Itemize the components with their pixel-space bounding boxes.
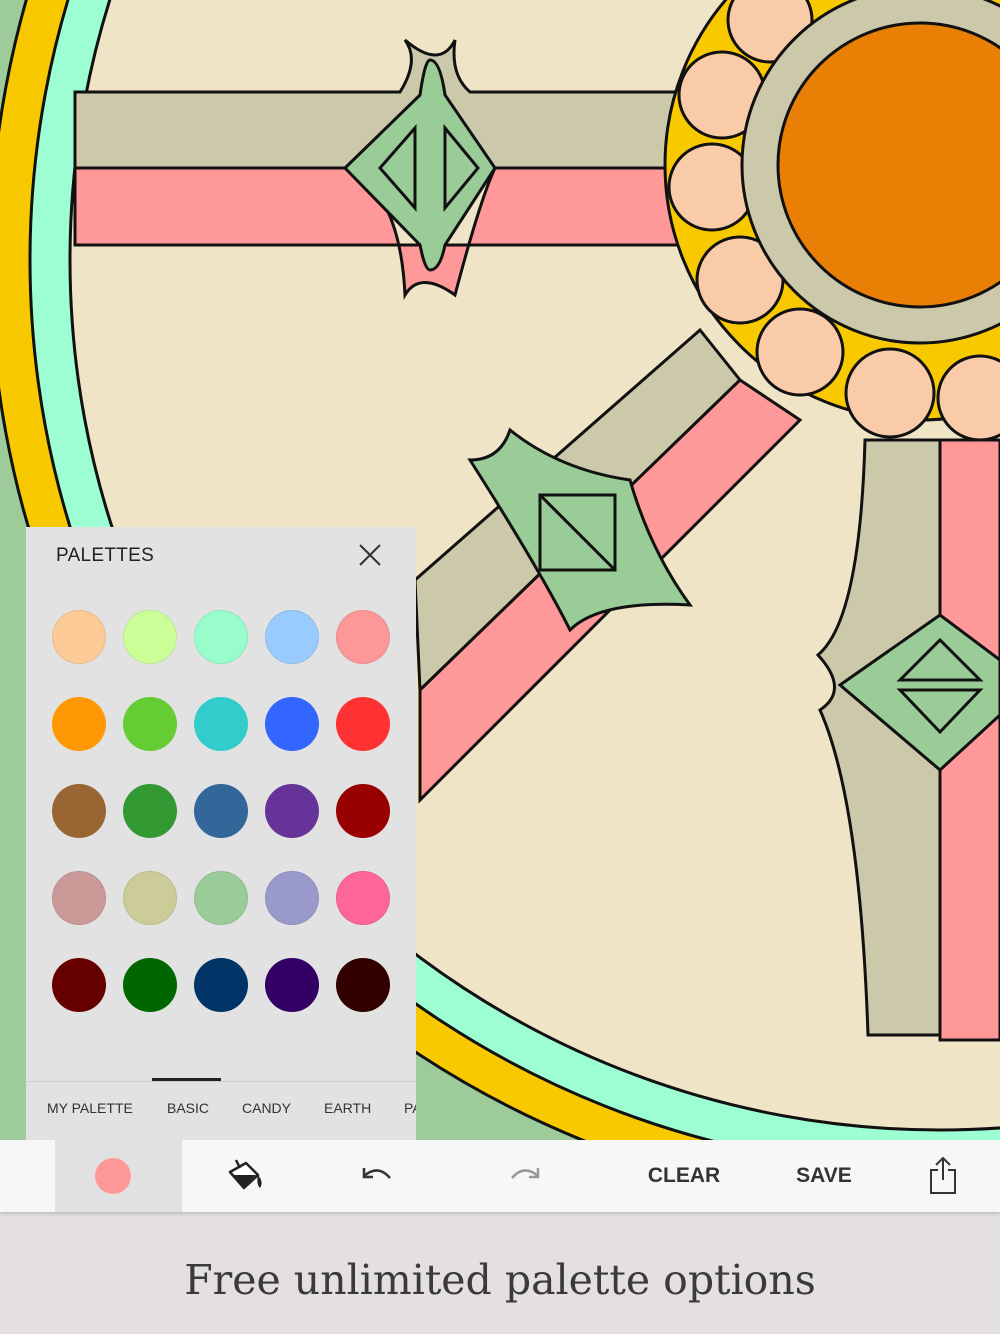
tab-candy[interactable]: CANDY	[242, 1100, 291, 1116]
undo-button[interactable]	[340, 1140, 412, 1212]
tab-earth[interactable]: EARTH	[324, 1100, 371, 1116]
current-color-button[interactable]	[55, 1140, 182, 1212]
redo-button[interactable]	[490, 1140, 562, 1212]
color-swatch[interactable]	[336, 958, 390, 1012]
swatch-grid	[26, 527, 416, 1067]
color-swatch[interactable]	[123, 697, 177, 751]
fill-tool-button[interactable]	[210, 1140, 282, 1212]
color-swatch[interactable]	[123, 958, 177, 1012]
tab-basic[interactable]: BASIC	[167, 1100, 209, 1116]
color-swatch[interactable]	[52, 784, 106, 838]
tab-my-palette[interactable]: MY PALETTE	[47, 1100, 133, 1116]
color-swatch[interactable]	[194, 610, 248, 664]
color-swatch[interactable]	[194, 784, 248, 838]
color-swatch[interactable]	[265, 784, 319, 838]
color-swatch[interactable]	[336, 784, 390, 838]
color-swatch[interactable]	[123, 871, 177, 925]
color-swatch[interactable]	[194, 697, 248, 751]
color-swatch[interactable]	[265, 610, 319, 664]
color-swatch[interactable]	[123, 784, 177, 838]
color-swatch[interactable]	[336, 610, 390, 664]
paint-bucket-icon	[228, 1159, 262, 1190]
color-swatch[interactable]	[265, 871, 319, 925]
redo-icon	[511, 1168, 540, 1179]
promo-tagline: Free unlimited palette options	[184, 1256, 816, 1304]
color-swatch[interactable]	[52, 697, 106, 751]
clear-button[interactable]: CLEAR	[640, 1140, 728, 1212]
color-swatch[interactable]	[52, 610, 106, 664]
color-swatch[interactable]	[336, 871, 390, 925]
current-color-swatch	[95, 1158, 131, 1194]
color-swatch[interactable]	[265, 697, 319, 751]
undo-icon	[362, 1168, 391, 1179]
color-swatch[interactable]	[194, 958, 248, 1012]
save-label: SAVE	[796, 1164, 852, 1187]
color-swatch[interactable]	[265, 958, 319, 1012]
share-button[interactable]	[915, 1140, 971, 1212]
color-swatch[interactable]	[52, 958, 106, 1012]
save-button[interactable]: SAVE	[786, 1140, 862, 1212]
tab-pastel[interactable]: PASTEL	[404, 1100, 416, 1116]
bottom-toolbar: CLEAR SAVE	[0, 1140, 1000, 1212]
clear-label: CLEAR	[647, 1164, 721, 1187]
color-swatch[interactable]	[52, 871, 106, 925]
color-swatch[interactable]	[194, 871, 248, 925]
palettes-panel: PALETTES MY PALETTE BASIC CANDY EARTH PA…	[26, 527, 416, 1140]
color-swatch[interactable]	[336, 697, 390, 751]
color-swatch[interactable]	[123, 610, 177, 664]
share-icon	[930, 1156, 956, 1194]
palette-tabs: MY PALETTE BASIC CANDY EARTH PASTEL	[26, 1081, 416, 1141]
